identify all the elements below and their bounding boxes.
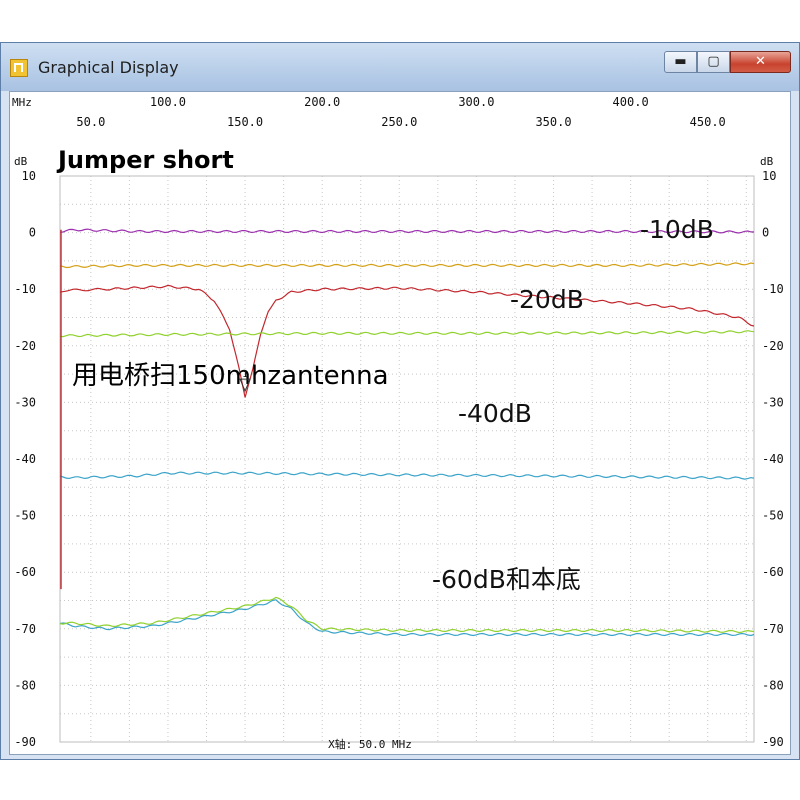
y-tick-label-left: -80 <box>14 678 36 692</box>
y-tick-label-left: -60 <box>14 565 36 579</box>
x-tick-label-top: 300.0 <box>458 95 494 109</box>
y-tick-label-left: -90 <box>14 735 36 749</box>
x-tick-label-bottom: 250.0 <box>381 115 417 129</box>
y-tick-label-left: 10 <box>22 169 36 183</box>
x-axis-caption: X轴: 50.0 MHz <box>328 737 412 751</box>
window-title: Graphical Display <box>38 58 179 77</box>
y-tick-label-right: -50 <box>762 509 784 523</box>
x-tick-label-bottom: 50.0 <box>76 115 105 129</box>
y-tick-label-left: 0 <box>29 226 36 240</box>
title-bar[interactable]: Graphical Display ▬ ▢ ✕ <box>1 43 799 91</box>
minimize-button[interactable]: ▬ <box>664 51 697 73</box>
y-tick-label-left: -30 <box>14 395 36 409</box>
y-tick-label-left: -40 <box>14 452 36 466</box>
chart-svg: 100.0 200.0 300.0 400.0 50.0 150.0 250.0 350.0 4… <box>10 92 790 754</box>
x-tick-label-top: 100.0 <box>150 95 186 109</box>
y-tick-label-left: -20 <box>14 339 36 353</box>
app-icon <box>10 59 28 77</box>
y-tick-label-right: -20 <box>762 339 784 353</box>
x-tick-label-top: 200.0 <box>304 95 340 109</box>
y-tick-label-left: -70 <box>14 622 36 636</box>
x-tick-label-bottom: 350.0 <box>535 115 571 129</box>
graphical-display-window: Graphical Display ▬ ▢ ✕ 100.0 200.0 300.0 4… <box>0 42 800 760</box>
y-tick-label-right: -40 <box>762 452 784 466</box>
plot-panel: 100.0 200.0 300.0 400.0 50.0 150.0 250.0 350.0 4… <box>9 91 791 755</box>
annotation-minus-60db-noise-floor: -60dB和本底 <box>432 565 581 594</box>
y-tick-label-right: -70 <box>762 622 784 636</box>
close-button[interactable]: ✕ <box>730 51 791 73</box>
y-tick-label-right: -80 <box>762 678 784 692</box>
y-tick-label-right: -10 <box>762 282 784 296</box>
annotation-antenna: 用电桥扫150mhzantenna <box>72 361 389 391</box>
y-tick-label-right: -90 <box>762 735 784 749</box>
annotation-minus-20db: -20dB <box>510 285 584 314</box>
annotation-jumper-short: Jumper short <box>56 146 234 174</box>
y-tick-label-right: 0 <box>762 226 769 240</box>
x-unit-label: MHz <box>12 96 32 109</box>
annotation-minus-40db: -40dB <box>458 399 532 428</box>
y-tick-label-left: -10 <box>14 282 36 296</box>
y-tick-label-right: -60 <box>762 565 784 579</box>
annotation-minus-10db: -10dB <box>640 215 714 244</box>
y-unit-label-left: dB <box>14 155 28 168</box>
y-tick-label-right: 10 <box>762 169 776 183</box>
x-tick-label-bottom: 450.0 <box>690 115 726 129</box>
y-unit-label-right: dB <box>760 155 774 168</box>
x-tick-label-bottom: 150.0 <box>227 115 263 129</box>
maximize-button[interactable]: ▢ <box>697 51 730 73</box>
marker-label: 1 <box>242 369 248 380</box>
x-tick-label-top: 400.0 <box>613 95 649 109</box>
y-tick-label-left: -50 <box>14 509 36 523</box>
y-tick-label-right: -30 <box>762 395 784 409</box>
